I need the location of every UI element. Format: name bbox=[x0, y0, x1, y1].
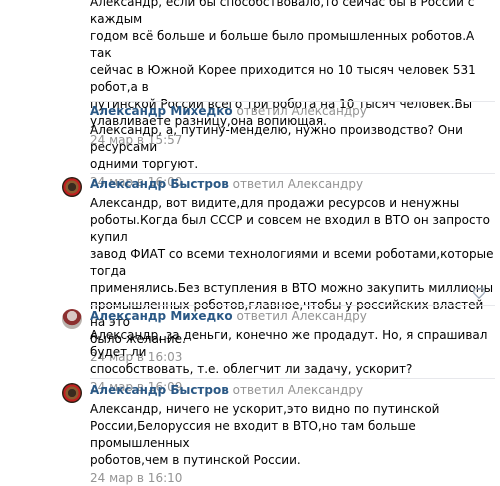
comment-author[interactable]: Александр Быстров bbox=[90, 177, 229, 191]
comment-author[interactable]: Александр Михедко bbox=[90, 309, 233, 323]
reply-to-label[interactable]: ответил Александру bbox=[233, 177, 363, 191]
comment-date[interactable]: 24 мар в 16:10 bbox=[90, 470, 495, 486]
comment-author[interactable]: Александр Быстров bbox=[90, 383, 229, 397]
comment-text: Александр, а, путину-менделю, нужно прои… bbox=[90, 123, 463, 171]
separator bbox=[90, 378, 495, 379]
avatar[interactable] bbox=[62, 309, 82, 329]
heart-icon[interactable] bbox=[472, 286, 486, 300]
comment-text: Александр, ничего не ускорит,это видно п… bbox=[90, 402, 440, 467]
comment-author[interactable]: Александр Михедко bbox=[90, 104, 233, 118]
comment-text: Александр, за деньги, конечно же продаду… bbox=[90, 328, 488, 376]
avatar[interactable] bbox=[62, 104, 82, 124]
reply-to-label[interactable]: ответил Александру bbox=[236, 309, 366, 323]
avatar[interactable] bbox=[62, 177, 82, 197]
reply-to-label[interactable]: ответил Александру bbox=[233, 383, 363, 397]
reply-to-label[interactable]: ответил Александру bbox=[236, 104, 366, 118]
separator bbox=[90, 173, 495, 174]
separator bbox=[90, 305, 495, 306]
avatar[interactable] bbox=[62, 383, 82, 403]
separator bbox=[90, 101, 495, 102]
